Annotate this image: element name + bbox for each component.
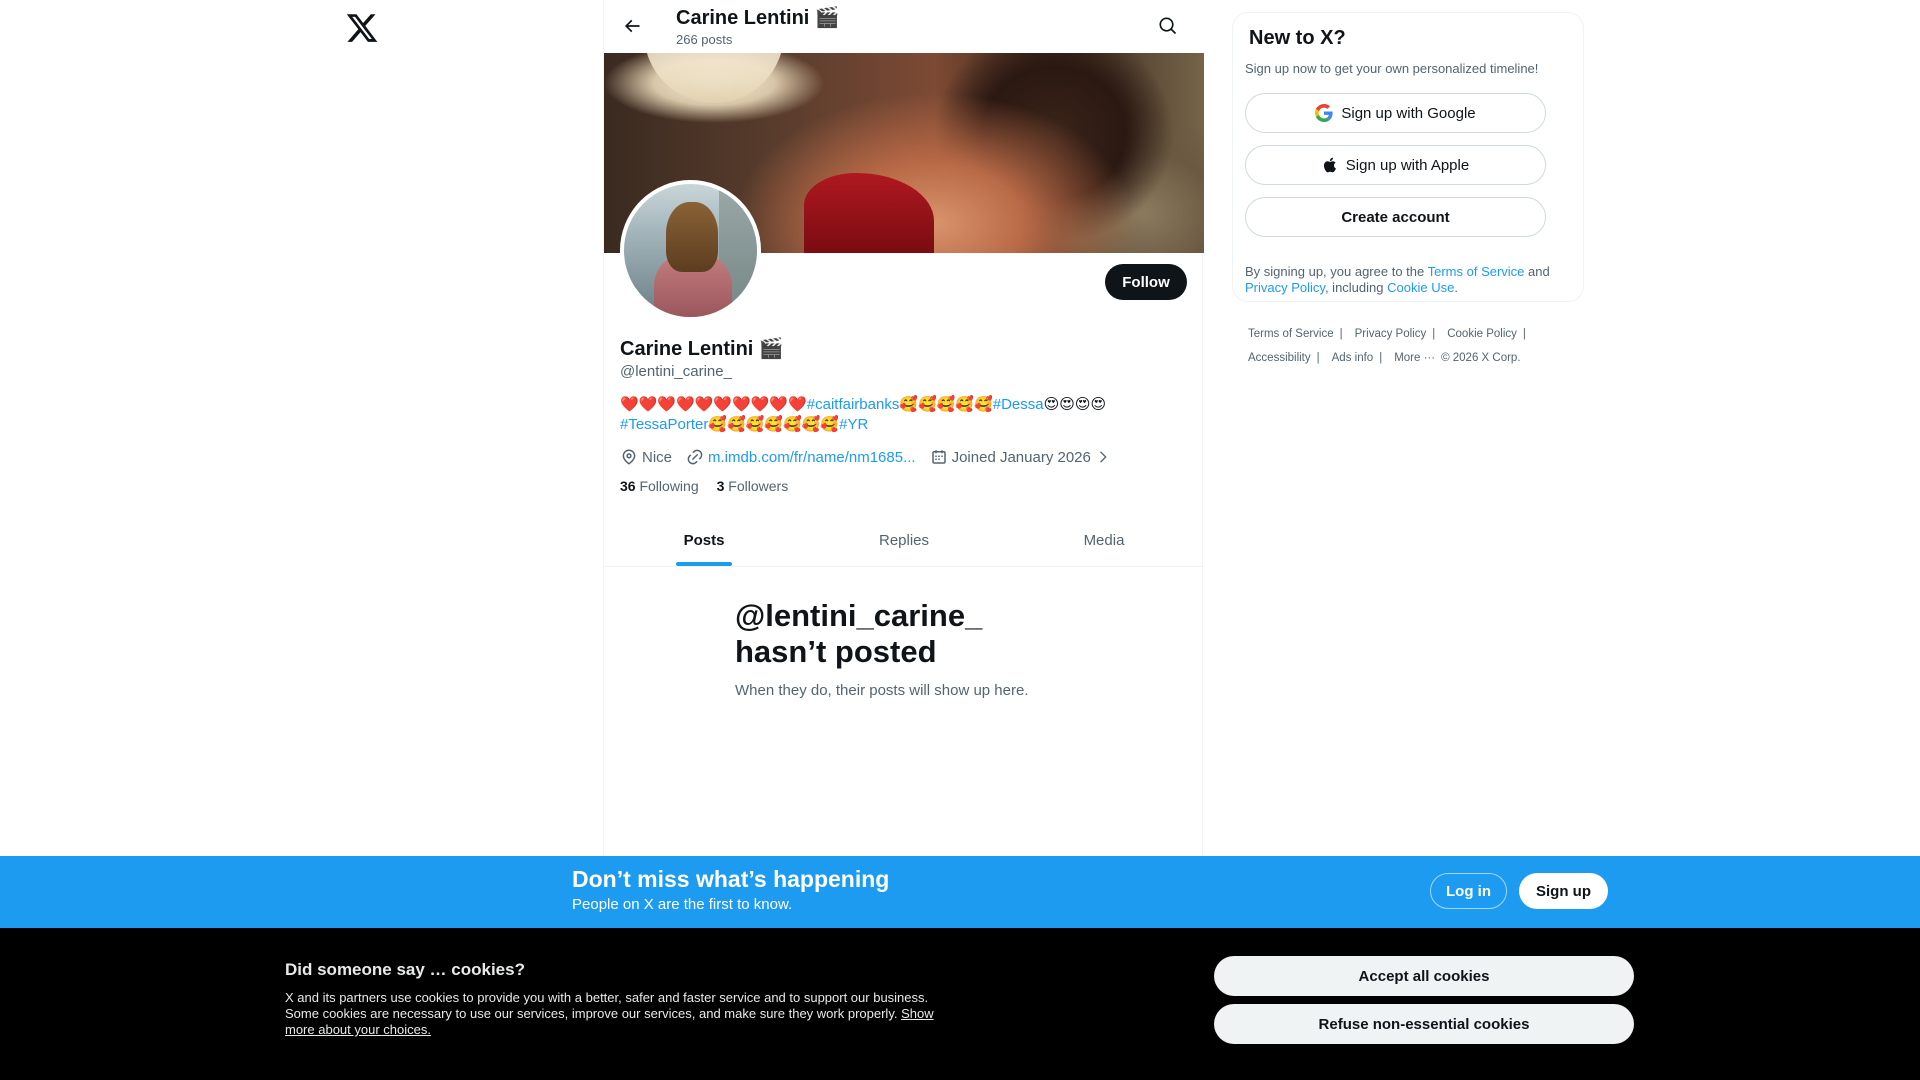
footer-terms-link[interactable]: Terms of Service <box>1248 322 1334 346</box>
terms-text: and <box>1524 264 1550 279</box>
bio-emoji: ❤️❤️❤️❤️❤️❤️❤️❤️❤️❤️ <box>620 396 807 413</box>
signup-card: New to X? Sign up now to get your own pe… <box>1232 12 1584 302</box>
search-button[interactable] <box>1150 8 1186 44</box>
hashtag-link[interactable]: #Dessa <box>993 396 1044 413</box>
search-icon <box>1159 17 1177 35</box>
profile-website[interactable]: m.imdb.com/fr/name/nm1685... <box>686 448 916 466</box>
profile-stats: 36 Following 3 Followers <box>620 478 806 494</box>
cookie-banner: Did someone say … cookies? X and its par… <box>0 928 1920 1080</box>
tab-media[interactable]: Media <box>1004 514 1204 566</box>
website-link[interactable]: m.imdb.com/fr/name/nm1685... <box>708 449 916 466</box>
profile-bio: ❤️❤️❤️❤️❤️❤️❤️❤️❤️❤️#caitfairbanks🥰🥰🥰🥰🥰#… <box>620 395 1190 435</box>
followers-count: 3 <box>716 478 725 494</box>
profile-name: Carine Lentini 🎬 <box>620 338 784 360</box>
signup-card-title: New to X? <box>1249 27 1346 49</box>
cta-title: Don’t miss what’s happening <box>572 866 890 892</box>
following-label: Following <box>639 478 699 494</box>
footer-links: Terms of Service | Privacy Policy | Cookie P… <box>1248 322 1578 370</box>
hashtag-link[interactable]: #TessaPorter <box>620 416 708 433</box>
bio-emoji: 😍😍😍😍 <box>1043 396 1107 413</box>
privacy-policy-link[interactable]: Privacy Policy <box>1245 280 1325 295</box>
profile-handle: @lentini_carine_ <box>620 363 732 380</box>
empty-state-subtitle: When they do, their posts will show up h… <box>735 682 1029 699</box>
empty-state: @lentini_carine_ hasn’t posted When they… <box>735 598 1075 699</box>
follow-button[interactable]: Follow <box>1105 264 1187 300</box>
active-tab-indicator <box>676 562 732 566</box>
terms-of-service-link[interactable]: Terms of Service <box>1428 264 1525 279</box>
google-signup-label: Sign up with Google <box>1341 104 1476 122</box>
footer-ads-link[interactable]: Ads info <box>1332 346 1374 370</box>
google-icon <box>1315 104 1333 122</box>
cta-subtitle: People on X are the first to know. <box>572 896 793 913</box>
header-posts-count: 266 posts <box>676 32 733 47</box>
signup-card-subtitle: Sign up now to get your own personalized… <box>1245 61 1539 76</box>
tab-label: Media <box>1083 531 1125 549</box>
terms-text: . <box>1454 280 1458 295</box>
footer-cookie-link[interactable]: Cookie Policy <box>1447 322 1517 346</box>
footer-copyright: © 2026 X Corp. <box>1441 352 1521 364</box>
footer-accessibility-link[interactable]: Accessibility <box>1248 346 1311 370</box>
login-button[interactable]: Log in <box>1430 873 1507 909</box>
chevron-right-icon <box>1099 451 1107 463</box>
accept-cookies-button[interactable]: Accept all cookies <box>1214 956 1634 996</box>
tab-label: Posts <box>683 531 725 549</box>
tab-replies[interactable]: Replies <box>804 514 1004 566</box>
cookie-use-link[interactable]: Cookie Use <box>1387 280 1454 295</box>
followers-link[interactable]: 3 Followers <box>717 478 789 494</box>
profile-joined[interactable]: Joined January 2026 <box>930 448 1115 466</box>
empty-state-title: @lentini_carine_ hasn’t posted <box>735 598 983 669</box>
cookie-text: X and its partners use cookies to provid… <box>285 990 935 1038</box>
profile-location: Nice <box>620 448 672 466</box>
profile-meta: Nice m.imdb.com/fr/name/nm1685... Joined… <box>620 446 1129 468</box>
hashtag-link[interactable]: #caitfairbanks <box>807 396 900 413</box>
apple-signup-label: Sign up with Apple <box>1345 156 1470 174</box>
cookie-title: Did someone say … cookies? <box>285 960 525 979</box>
back-arrow-icon <box>624 19 640 33</box>
profile-header-bar: Carine Lentini 🎬 266 posts <box>604 0 1204 53</box>
bio-emoji: 🥰🥰🥰🥰🥰🥰🥰 <box>708 416 840 433</box>
following-count: 36 <box>620 478 636 494</box>
apple-signup-button[interactable]: Sign up with Apple <box>1245 145 1546 185</box>
tab-posts[interactable]: Posts <box>604 514 804 566</box>
hashtag-link[interactable]: #YR <box>839 416 868 433</box>
avatar[interactable] <box>620 180 761 321</box>
location-text: Nice <box>642 448 673 466</box>
signup-terms: By signing up, you agree to the Terms of… <box>1245 264 1575 296</box>
following-link[interactable]: 36 Following <box>620 478 699 494</box>
back-button[interactable] <box>614 8 650 44</box>
create-account-button[interactable]: Create account <box>1245 197 1546 237</box>
apple-icon <box>1323 157 1336 173</box>
header-profile-name: Carine Lentini 🎬 <box>676 7 840 29</box>
bio-emoji: 🥰🥰🥰🥰🥰 <box>899 396 993 413</box>
x-logo-icon[interactable] <box>345 11 379 45</box>
terms-text: , including <box>1324 280 1388 295</box>
location-icon <box>622 449 636 465</box>
refuse-cookies-button[interactable]: Refuse non-essential cookies <box>1214 1004 1634 1044</box>
footer-privacy-link[interactable]: Privacy Policy <box>1355 322 1427 346</box>
footer-more-link[interactable]: More ··· <box>1394 346 1435 370</box>
link-icon <box>687 449 703 465</box>
signup-button[interactable]: Sign up <box>1519 873 1608 909</box>
terms-text: By signing up, you agree to the <box>1245 264 1428 279</box>
joined-text: Joined January 2026 <box>951 448 1091 466</box>
profile-tabs: Posts Replies Media <box>604 514 1204 567</box>
google-signup-button[interactable]: Sign up with Google <box>1245 93 1546 133</box>
cookie-body: X and its partners use cookies to provid… <box>285 990 929 1021</box>
followers-label: Followers <box>728 478 789 494</box>
calendar-icon <box>931 450 946 464</box>
tab-label: Replies <box>878 531 930 549</box>
signup-prompt-bar: Don’t miss what’s happening People on X … <box>0 856 1920 928</box>
